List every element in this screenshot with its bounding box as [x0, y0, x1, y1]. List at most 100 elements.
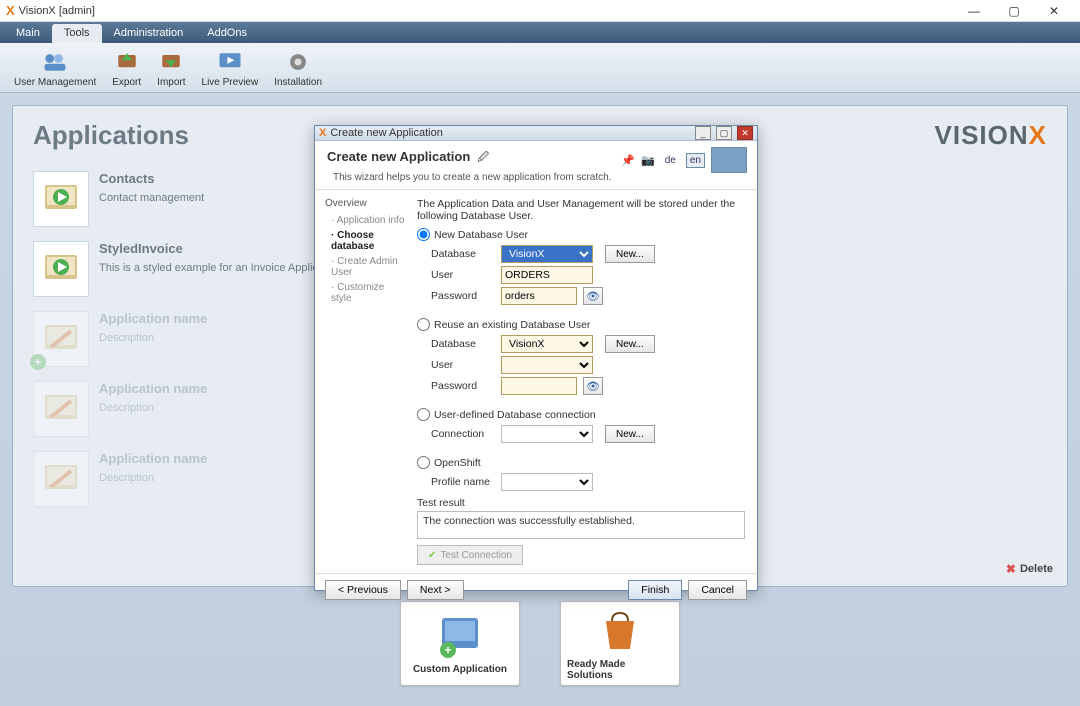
import-button[interactable]: Import — [149, 46, 193, 90]
dialog-header: Create new Application 🖉 This wizard hel… — [315, 141, 757, 190]
launcher-row: + Custom Application Ready Made Solution… — [12, 601, 1068, 686]
delete-button[interactable]: ✖ Delete — [1006, 562, 1053, 576]
new-connection-button[interactable]: New... — [605, 425, 655, 443]
app-thumbnail — [33, 451, 89, 507]
add-icon: + — [30, 354, 46, 370]
app-name: Application name — [99, 451, 318, 466]
tab-administration[interactable]: Administration — [102, 24, 196, 43]
finish-button[interactable]: Finish — [628, 580, 682, 600]
play-icon — [216, 48, 244, 76]
step-application-info[interactable]: · Application info — [331, 215, 407, 226]
label-profile: Profile name — [431, 476, 495, 488]
test-result-label: Test result — [417, 497, 745, 509]
option-reuse-db-user[interactable]: Reuse an existing Database User — [417, 318, 745, 331]
user-management-button[interactable]: User Management — [6, 46, 104, 90]
toggle-password-1[interactable]: 👁 — [583, 287, 603, 305]
app-logo-icon: X — [319, 127, 326, 139]
label-database: Database — [431, 248, 495, 260]
radio-userdef-connection[interactable] — [417, 408, 430, 421]
app-item[interactable]: ContactsContact management — [33, 171, 318, 231]
app-item[interactable]: StyledInvoice This is a styled example fo… — [33, 241, 318, 301]
app-thumbnail — [33, 171, 89, 227]
user-input-1[interactable] — [501, 266, 593, 284]
shopping-bag-icon — [596, 607, 644, 655]
toolbar-label: Import — [157, 77, 185, 88]
gear-icon — [284, 48, 312, 76]
test-connection-button[interactable]: ✔ Test Connection — [417, 545, 523, 565]
apps-col-left: ContactsContact management StyledInvoice T… — [33, 171, 318, 511]
previous-button[interactable]: < Previous — [325, 580, 401, 600]
profile-select[interactable] — [501, 473, 593, 491]
toolbar-label: Installation — [274, 77, 322, 88]
pin-icon[interactable]: 📌 — [621, 154, 635, 167]
custom-application-card[interactable]: + Custom Application — [400, 601, 520, 686]
password-input-1[interactable] — [501, 287, 577, 305]
app-logo-icon: X — [6, 3, 15, 18]
app-thumbnail — [33, 241, 89, 297]
next-button[interactable]: Next > — [407, 580, 464, 600]
step-choose-database[interactable]: · Choose database — [331, 230, 407, 252]
create-application-dialog: X Create new Application _ ▢ ✕ Create ne… — [314, 125, 758, 591]
camera-icon[interactable]: 📷 — [641, 154, 655, 167]
step-create-admin-user[interactable]: · Create Admin User — [331, 256, 407, 278]
launcher-label: Custom Application — [413, 664, 507, 675]
database-select-1[interactable]: VisionX — [501, 245, 593, 263]
new-database-button-1[interactable]: New... — [605, 245, 655, 263]
app-name: Application name — [99, 311, 318, 326]
live-preview-button[interactable]: Live Preview — [194, 46, 267, 90]
connection-select[interactable] — [501, 425, 593, 443]
option-new-db-user[interactable]: New Database User — [417, 228, 745, 241]
radio-new-db-user[interactable] — [417, 228, 430, 241]
user-select-2[interactable] — [501, 356, 593, 374]
brand-logo: VISIONX — [935, 120, 1047, 151]
custom-app-icon: + — [436, 612, 484, 660]
sidebar-overview-label: Overview — [325, 198, 407, 209]
toolbar-label: Export — [112, 77, 141, 88]
lang-en[interactable]: en — [686, 153, 705, 168]
new-database-button-2[interactable]: New... — [605, 335, 655, 353]
close-button[interactable]: ✕ — [1034, 1, 1074, 21]
radio-openshift[interactable] — [417, 456, 430, 469]
app-item[interactable]: Application name Description — [33, 381, 318, 441]
app-item[interactable]: Application nameDescription — [33, 451, 318, 511]
dialog-minimize-button[interactable]: _ — [695, 126, 711, 140]
app-name: Application name — [99, 381, 318, 396]
app-description: Description — [99, 402, 318, 414]
lang-de[interactable]: de — [661, 153, 680, 168]
toggle-password-2[interactable]: 👁 — [583, 377, 603, 395]
app-name: StyledInvoice — [99, 241, 318, 256]
wizard-sidebar: Overview · Application info · Choose dat… — [315, 190, 413, 573]
app-item[interactable]: +Application nameDescription — [33, 311, 318, 371]
app-thumbnail: + — [33, 311, 89, 367]
toolbar: User Management Export Import Live Previ… — [0, 43, 1080, 93]
minimize-button[interactable]: — — [954, 1, 994, 21]
option-userdef-connection[interactable]: User-defined Database connection — [417, 408, 745, 421]
app-description: This is a styled example for an Invoice … — [99, 262, 318, 274]
preview-thumbnail — [711, 147, 747, 173]
password-input-2[interactable] — [501, 377, 577, 395]
radio-reuse-db-user[interactable] — [417, 318, 430, 331]
option-openshift[interactable]: OpenShift — [417, 456, 745, 469]
tab-main[interactable]: Main — [4, 24, 52, 43]
tab-addons[interactable]: AddOns — [195, 24, 259, 43]
form-intro: The Application Data and User Management… — [417, 198, 745, 222]
app-description: Contact management — [99, 192, 318, 204]
toolbar-label: User Management — [14, 77, 96, 88]
dialog-footer: < Previous Next > Finish Cancel — [315, 573, 757, 606]
export-icon — [113, 48, 141, 76]
ready-made-solutions-card[interactable]: Ready Made Solutions — [560, 601, 680, 686]
tab-tools[interactable]: Tools — [52, 24, 102, 43]
cancel-button[interactable]: Cancel — [688, 580, 747, 600]
dialog-titlebar[interactable]: X Create new Application _ ▢ ✕ — [315, 126, 757, 141]
maximize-button[interactable]: ▢ — [994, 1, 1034, 21]
label-user: User — [431, 269, 495, 281]
import-icon — [157, 48, 185, 76]
wand-icon: 🖉 — [477, 152, 489, 164]
database-select-2[interactable]: VisionX — [501, 335, 593, 353]
dialog-close-button[interactable]: ✕ — [737, 126, 753, 140]
step-customize-style[interactable]: · Customize style — [331, 282, 407, 304]
export-button[interactable]: Export — [104, 46, 149, 90]
installation-button[interactable]: Installation — [266, 46, 330, 90]
dialog-maximize-button[interactable]: ▢ — [716, 126, 732, 140]
label-database: Database — [431, 338, 495, 350]
